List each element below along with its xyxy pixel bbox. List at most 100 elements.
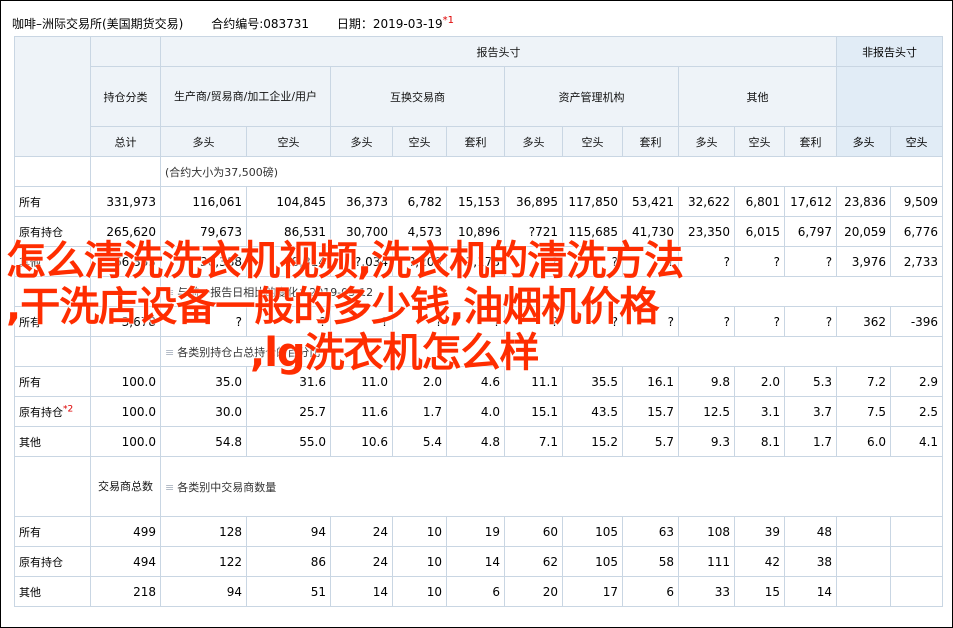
table-cell: 499 [90, 516, 161, 547]
overlay-line-1: 怎么清洗洗衣机视频,洗衣机的清洗方法 [6, 238, 684, 284]
row-label: 原有持仓*2 [14, 396, 91, 427]
table-cell: 494 [90, 546, 161, 577]
table-cell: 3.1 [734, 396, 785, 427]
table-cell [836, 516, 892, 547]
table-corner [14, 36, 91, 157]
table-cell: 25.7 [246, 396, 331, 427]
table-cell: 17 [562, 576, 623, 607]
table-cell: 36,895 [504, 186, 563, 217]
subheader-other-short: 空头 [734, 126, 785, 157]
table-cell: 6 [622, 576, 679, 607]
table-cell: 4.8 [446, 426, 505, 457]
producer-header: 生产商/贸易商/加工企业/用户 [160, 66, 331, 127]
group-report-header: 报告头寸 [159, 36, 838, 67]
trader-count-header: 交易商总数 [90, 456, 161, 517]
table-cell: 24 [330, 546, 393, 577]
table-cell: 1.7 [783, 426, 838, 457]
row-label: 所有 [14, 186, 91, 217]
percent-section: 所有 100.0 35.0 31.6 11.0 2.0 4.6 11.1 35.5 16.1 9.8… [14, 366, 944, 457]
table-cell: 3.7 [783, 396, 838, 427]
table-cell: 14 [446, 546, 505, 577]
subheader-producer-short: 空头 [246, 126, 331, 157]
table-cell: 62 [504, 546, 563, 577]
row-label: 其他 [14, 576, 91, 607]
table-cell: 5.4 [392, 426, 447, 457]
table-cell: 33 [678, 576, 735, 607]
subheader-asset-spread: 套利 [622, 126, 679, 157]
table-row: 所有 499 128 94 24 10 19 60 105 63 108 39 48 [14, 516, 944, 547]
table-cell: 10 [392, 576, 447, 607]
table-cell: 105 [562, 546, 623, 577]
subheader-swap-spread: 套利 [446, 126, 505, 157]
subheader-producer-long: 多头 [160, 126, 247, 157]
subheader-swap-short: 空头 [392, 126, 447, 157]
other-report-header: 其他 [677, 66, 838, 127]
table-cell: 55.0 [246, 426, 331, 457]
table-cell: 94 [246, 516, 331, 547]
table-cell: 15,153 [446, 186, 505, 217]
table-cell: 60 [504, 516, 563, 547]
table-cell [836, 576, 892, 607]
subheader-nonreport-long: 多头 [836, 126, 892, 157]
table-cell: 10 [392, 516, 447, 547]
asset-manager-header: 资产管理机构 [504, 66, 679, 127]
table-cell: 14 [330, 576, 393, 607]
report-title: 咖啡–洲际交易所(美国期货交易) [12, 17, 184, 31]
table-cell: 122 [160, 546, 247, 577]
subheader-swap-long: 多头 [330, 126, 393, 157]
row-label: 其他 [14, 426, 91, 457]
table-cell: 32,622 [678, 186, 735, 217]
traders-note: ≡ 各类别中交易商数量 [159, 456, 944, 517]
table-cell: 86 [246, 546, 331, 577]
table-cell [890, 576, 944, 607]
swap-dealer-header: 互换交易商 [330, 66, 505, 127]
subheader-asset-long: 多头 [504, 126, 563, 157]
table-cell: 20 [504, 576, 563, 607]
table-cell: 100.0 [90, 426, 161, 457]
table-cell: 10 [392, 546, 447, 577]
table-cell: 15.2 [562, 426, 623, 457]
table-cell: 6,801 [734, 186, 785, 217]
table-cell [890, 516, 944, 547]
table-cell: 6.0 [836, 426, 892, 457]
table-cell: 30.0 [160, 396, 247, 427]
subheader-other-long: 多头 [678, 126, 735, 157]
contract-size-note: (合约大小为37,500磅) [159, 156, 944, 187]
row-label: 所有 [14, 516, 91, 547]
table-cell: 104,845 [246, 186, 331, 217]
table-cell: 39 [734, 516, 785, 547]
table-cell: 9.3 [678, 426, 735, 457]
table-cell: 42 [734, 546, 785, 577]
table-cell: 53,421 [622, 186, 679, 217]
table-cell: 36,373 [330, 186, 393, 217]
table-cell: 116,061 [160, 186, 247, 217]
table-cell: 94 [160, 576, 247, 607]
nonreport-subheader-spacer [836, 66, 944, 127]
table-cell: 7.1 [504, 426, 563, 457]
table-row: 原有持仓*2 100.0 30.0 25.7 11.6 1.7 4.0 15.1 43.5 15.… [14, 396, 944, 427]
table-cell: 9,509 [890, 186, 944, 217]
table-cell: 17,612 [783, 186, 838, 217]
category-header-spacer [90, 36, 161, 67]
table-cell: 51 [246, 576, 331, 607]
table-cell: 100.0 [90, 396, 161, 427]
table-row: 原有持仓 494 122 86 24 10 14 62 105 58 111 42 38 [14, 546, 944, 577]
table-cell: 54.8 [160, 426, 247, 457]
report-date: 日期：2019-03-19 [336, 17, 443, 31]
table-row: 所有 331,973 116,061 104,845 36,373 6,782 15,153… [14, 186, 944, 217]
table-cell: 5.7 [622, 426, 679, 457]
table-cell: 63 [622, 516, 679, 547]
table-cell: 43.5 [562, 396, 623, 427]
row-label-footnote: *2 [63, 403, 74, 414]
table-cell: 19 [446, 516, 505, 547]
table-cell: 12.5 [678, 396, 735, 427]
subheader-nonreport-short: 空头 [890, 126, 944, 157]
table-cell: 117,850 [562, 186, 623, 217]
table-cell: 15.1 [504, 396, 563, 427]
table-cell: 6 [446, 576, 505, 607]
table-cell: 14 [783, 576, 838, 607]
table-cell: 218 [90, 576, 161, 607]
table-cell: 4.0 [446, 396, 505, 427]
table-cell: 23,836 [836, 186, 892, 217]
table-cell: 15.7 [622, 396, 679, 427]
